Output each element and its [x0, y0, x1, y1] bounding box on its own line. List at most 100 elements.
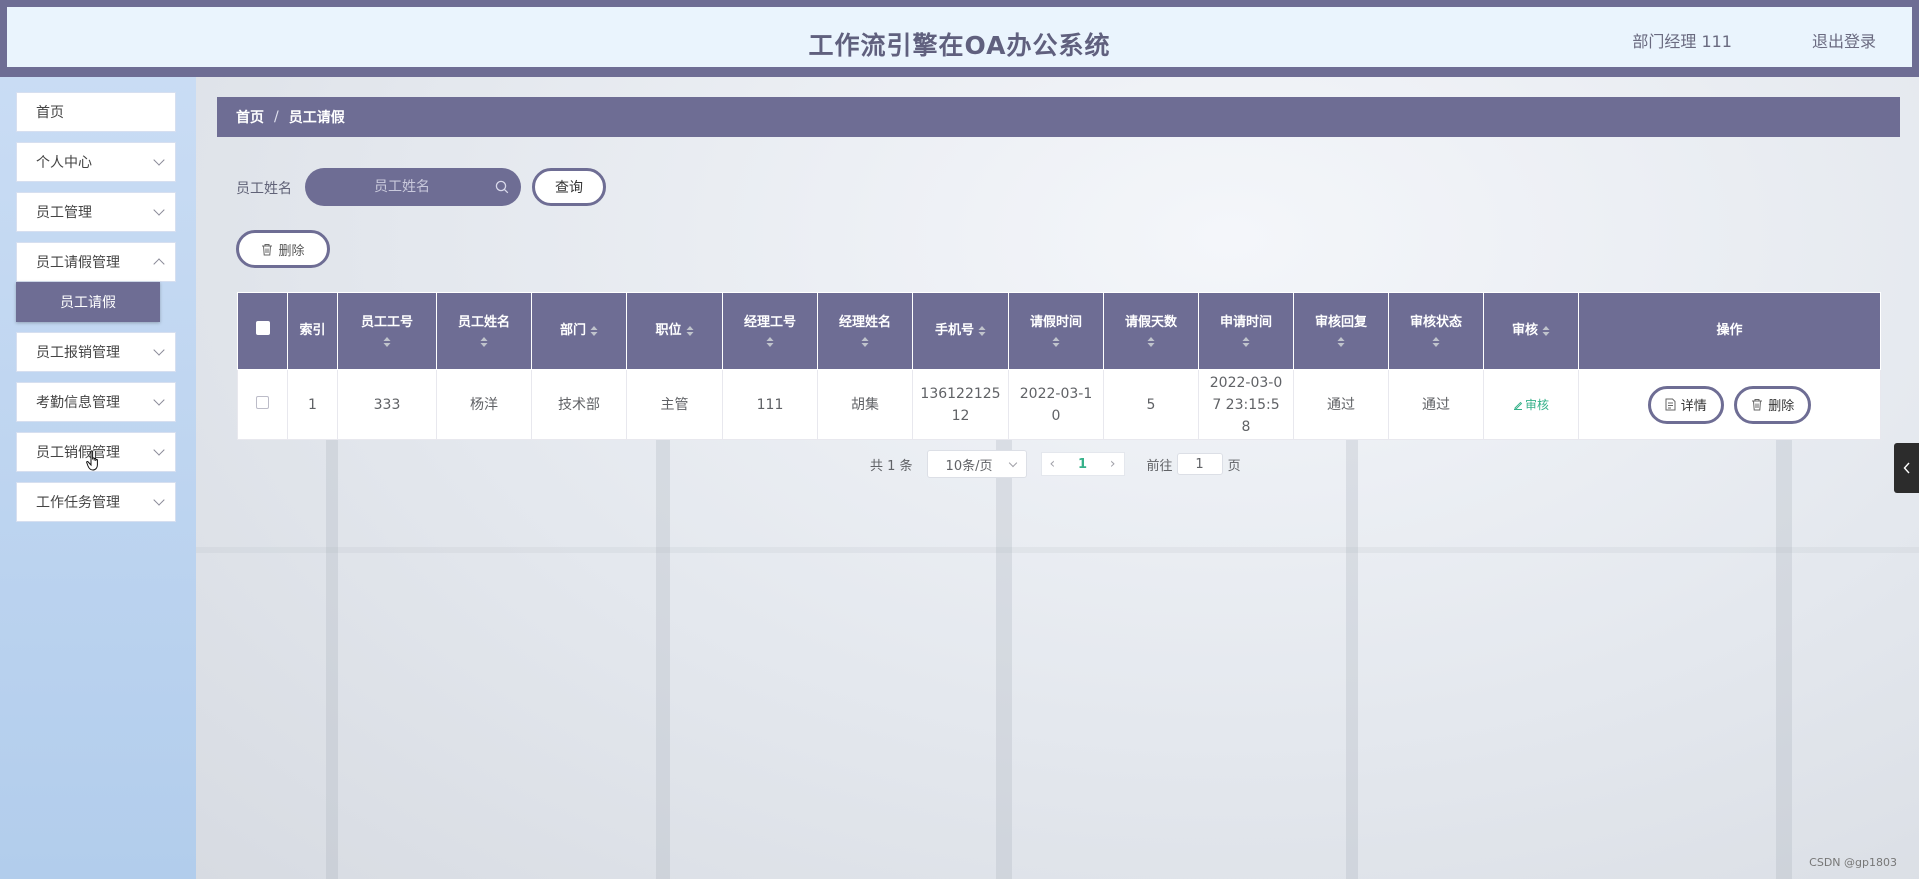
sidebar-item-reimbursement-management[interactable]: 员工报销管理 [16, 332, 176, 372]
cell-phone: 13612212512 [912, 369, 1009, 440]
column-header-position[interactable]: 职位 [626, 292, 723, 370]
page-unit-label: 页 [1227, 458, 1241, 474]
batch-delete-label: 删除 [278, 243, 305, 259]
cell-emp-name: 杨洋 [436, 369, 532, 440]
sidebar-item-employee-management[interactable]: 员工管理 [16, 192, 176, 232]
sort-icon[interactable] [1147, 336, 1155, 348]
sidebar-item-leave-management[interactable]: 员工请假管理 [16, 242, 176, 282]
cell-leave-days: 5 [1103, 369, 1199, 440]
cell-actions: 详情 删除 [1578, 369, 1881, 440]
column-label: 员工工号 [360, 315, 413, 330]
breadcrumb: 首页 / 员工请假 [217, 97, 1900, 137]
column-header-actions: 操作 [1578, 292, 1881, 370]
column-header-apply-time[interactable]: 申请时间 [1198, 292, 1294, 370]
column-label: 请假时间 [1029, 315, 1082, 330]
sort-icon[interactable] [1432, 336, 1440, 348]
cell-position: 主管 [626, 369, 723, 440]
column-label: 经理工号 [743, 315, 796, 330]
sort-icon[interactable] [978, 325, 986, 337]
column-header-leave-days[interactable]: 请假天数 [1103, 292, 1199, 370]
page-size-select[interactable]: 10条/页 [926, 450, 1027, 478]
column-label: 审核回复 [1314, 315, 1367, 330]
sort-icon[interactable] [1242, 336, 1250, 348]
batch-delete-button[interactable]: 删除 [236, 230, 330, 268]
leave-time-value: 2022-03-10 [1019, 385, 1093, 424]
trash-icon [262, 243, 273, 255]
column-header-mgr-no[interactable]: 经理工号 [722, 292, 818, 370]
chevron-down-icon [153, 394, 165, 406]
sort-icon[interactable] [590, 325, 598, 337]
search-input[interactable] [305, 179, 521, 195]
detail-button[interactable]: 详情 [1647, 385, 1724, 424]
column-label: 请假天数 [1124, 315, 1177, 330]
prev-page-button[interactable]: ‹ [1050, 456, 1056, 472]
sidebar-item-label: 员工管理 [36, 205, 92, 221]
column-label: 审核 [1511, 323, 1538, 338]
search-icon [495, 180, 509, 194]
cell-leave-time: 2022-03-10 [1008, 369, 1104, 440]
collapse-panel-button[interactable] [1894, 443, 1919, 493]
column-label: 部门 [559, 323, 586, 338]
select-all-cell [237, 292, 288, 370]
breadcrumb-separator: / [274, 109, 279, 125]
row-checkbox[interactable] [256, 395, 269, 409]
column-label: 手机号 [934, 323, 974, 338]
sidebar-item-task-management[interactable]: 工作任务管理 [16, 482, 176, 522]
chevron-down-icon [153, 344, 165, 356]
cell-mgr-name: 胡集 [817, 369, 913, 440]
next-page-button[interactable]: › [1110, 456, 1116, 472]
column-header-status[interactable]: 审核状态 [1388, 292, 1484, 370]
breadcrumb-current: 员工请假 [288, 110, 345, 126]
sort-icon[interactable] [1542, 325, 1550, 337]
column-header-index: 索引 [287, 292, 338, 370]
sidebar-subitem-employee-leave[interactable]: 员工请假 [16, 282, 160, 322]
logout-link[interactable]: 退出登录 [1812, 28, 1876, 52]
pagination-total: 共 1 条 [870, 458, 913, 474]
sort-icon[interactable] [383, 336, 391, 348]
sort-icon[interactable] [480, 336, 488, 348]
sidebar-item-label: 工作任务管理 [36, 495, 120, 511]
column-header-phone[interactable]: 手机号 [912, 292, 1009, 370]
column-header-dept[interactable]: 部门 [531, 292, 627, 370]
row-select-cell [237, 369, 288, 440]
query-button[interactable]: 查询 [532, 168, 606, 206]
column-label: 申请时间 [1219, 315, 1272, 330]
sort-icon[interactable] [1337, 336, 1345, 348]
search-box [305, 168, 521, 206]
column-header-audit[interactable]: 审核 [1483, 292, 1579, 370]
pagination: 共 1 条 10条/页 ‹ 1 › 前往 页 [870, 450, 1241, 478]
column-header-emp-no[interactable]: 员工工号 [337, 292, 437, 370]
goto-page-input[interactable] [1176, 453, 1223, 475]
row-delete-button[interactable]: 删除 [1734, 385, 1812, 424]
trash-icon [1752, 399, 1763, 411]
audit-link[interactable]: 审核 [1513, 398, 1549, 412]
column-label: 操作 [1716, 323, 1743, 338]
cell-status: 通过 [1388, 369, 1484, 440]
select-all-checkbox[interactable] [255, 321, 270, 335]
sidebar-item-label: 员工报销管理 [36, 345, 120, 361]
column-header-emp-name[interactable]: 员工姓名 [436, 292, 532, 370]
sort-icon[interactable] [686, 325, 694, 337]
document-icon [1665, 398, 1676, 411]
sort-icon[interactable] [1052, 336, 1060, 348]
sidebar-item-label: 首页 [36, 105, 64, 121]
column-label: 索引 [299, 323, 326, 338]
cell-emp-no: 333 [337, 369, 437, 440]
sidebar-item-attendance-management[interactable]: 考勤信息管理 [16, 382, 176, 422]
sidebar-item-personal-center[interactable]: 个人中心 [16, 142, 176, 182]
goto-label: 前往 [1146, 458, 1173, 474]
chevron-down-icon [153, 204, 165, 216]
column-header-mgr-name[interactable]: 经理姓名 [817, 292, 913, 370]
page-number-current[interactable]: 1 [1078, 457, 1087, 472]
sidebar-item-home[interactable]: 首页 [16, 92, 176, 132]
apply-time-value: 2022-03-07 23:15:58 [1209, 374, 1283, 435]
search-label: 员工姓名 [236, 181, 292, 197]
column-header-reply[interactable]: 审核回复 [1293, 292, 1389, 370]
sort-icon[interactable] [766, 336, 774, 348]
column-header-leave-time[interactable]: 请假时间 [1008, 292, 1104, 370]
watermark: CSDN @gp1803 [1809, 856, 1897, 869]
audit-link-label: 审核 [1524, 397, 1549, 412]
breadcrumb-home[interactable]: 首页 [236, 107, 264, 127]
sort-icon[interactable] [861, 336, 869, 348]
chevron-down-icon [153, 154, 165, 166]
